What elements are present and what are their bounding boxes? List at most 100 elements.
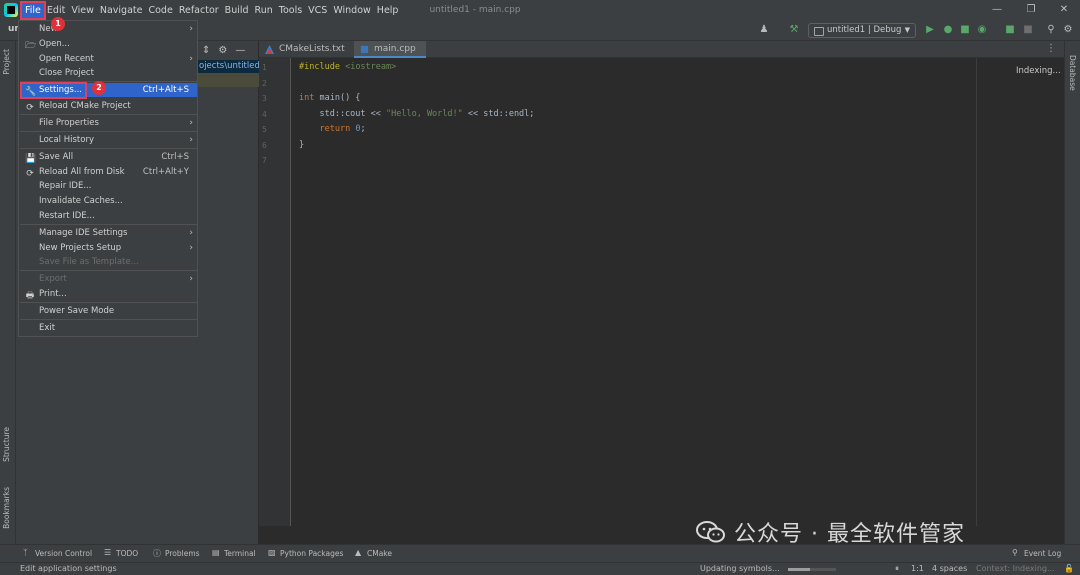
menu-view[interactable]: View <box>68 3 97 18</box>
tab-main-cpp[interactable]: main.cpp ✕ <box>354 41 426 71</box>
menu-item-exit[interactable]: Exit <box>20 321 197 335</box>
line-number: 6 <box>262 141 267 150</box>
menu-item-label: Local History <box>39 135 94 145</box>
database-tool-tab[interactable]: Database <box>1068 55 1077 91</box>
chevron-right-icon: › <box>189 24 193 34</box>
tool-window-label: Python Packages <box>280 549 344 558</box>
tab-cmakelists[interactable]: CMakeLists.txt <box>259 41 354 58</box>
settings-highlight-box <box>20 82 87 99</box>
menu-build[interactable]: Build <box>222 3 252 18</box>
menu-item-save-all[interactable]: 💾 Save All Ctrl+S <box>20 150 197 164</box>
menu-item-new[interactable]: New › <box>20 22 197 36</box>
indent-setting[interactable]: 4 spaces <box>932 564 967 573</box>
menu-edit[interactable]: Edit <box>44 3 68 18</box>
code-line: } <box>299 140 305 150</box>
project-root-path[interactable]: ojects\untitled1 <box>197 60 259 73</box>
menu-item-print[interactable]: 🖶 Print... <box>20 287 197 301</box>
collapse-all-icon[interactable]: ⇕ <box>202 45 210 56</box>
menu-navigate[interactable]: Navigate <box>97 3 146 18</box>
run-icon[interactable]: ▶ <box>924 24 936 36</box>
line-number: 7 <box>262 156 267 165</box>
version-control-tab[interactable]: ᛉ Version Control <box>23 548 93 558</box>
search-icon[interactable]: ⚲ <box>1045 24 1057 36</box>
menu-file[interactable]: File <box>20 0 46 20</box>
build-hammer-icon[interactable]: ⚒ <box>788 24 800 36</box>
menu-code[interactable]: Code <box>145 3 175 18</box>
watermark-text: 公众号 · 最全软件管家 <box>734 522 965 547</box>
menu-item-open-recent[interactable]: Open Recent › <box>20 52 197 66</box>
menu-item-new-projects-setup[interactable]: New Projects Setup › <box>20 241 197 255</box>
terminal-icon: ▤ <box>212 548 220 557</box>
background-task-label[interactable]: Updating symbols... <box>700 564 780 573</box>
restore-button[interactable]: ❐ <box>1024 3 1038 17</box>
cpp-file-icon <box>360 45 369 54</box>
menu-help[interactable]: Help <box>374 3 402 18</box>
menu-refactor[interactable]: Refactor <box>176 3 222 18</box>
menu-item-local-history[interactable]: Local History › <box>20 133 197 147</box>
menu-separator <box>20 224 197 225</box>
python-packages-tab[interactable]: ▨ Python Packages <box>268 548 344 558</box>
minimize-button[interactable]: — <box>990 3 1004 17</box>
code-line: std::cout << "Hello, World!" << std::end… <box>299 109 535 119</box>
menu-item-save-as-template: Save File as Template... <box>20 255 197 269</box>
run-configuration-select[interactable]: untitled1 | Debug ▼ <box>808 23 916 38</box>
menu-item-invalidate-caches[interactable]: Invalidate Caches... <box>20 194 197 208</box>
menu-item-restart-ide[interactable]: Restart IDE... <box>20 209 197 223</box>
menu-item-label: Invalidate Caches... <box>39 196 123 206</box>
branch-icon: ᛉ <box>23 548 28 557</box>
menu-item-reload-cmake[interactable]: ⟳ Reload CMake Project <box>20 99 197 113</box>
event-log-icon: ⚲ <box>1012 548 1018 557</box>
terminal-tab[interactable]: ▤ Terminal <box>212 548 256 558</box>
menu-item-open[interactable]: 🗁 Open... <box>20 37 197 51</box>
menu-item-label: Restart IDE... <box>39 211 95 221</box>
menu-item-label: Power Save Mode <box>39 306 115 316</box>
menu-item-label: Save File as Template... <box>39 257 139 267</box>
cancel-task-icon[interactable]: ⏸ <box>895 564 899 574</box>
problems-tab[interactable]: ⓘ Problems <box>153 549 200 558</box>
line-number: 4 <box>262 110 267 119</box>
attach-icon[interactable]: ■ <box>1004 24 1016 36</box>
menu-item-label: Open... <box>39 39 70 49</box>
user-icon[interactable]: ♟ <box>758 24 770 36</box>
menu-vcs[interactable]: VCS <box>305 3 330 18</box>
tool-window-label: Version Control <box>35 549 93 558</box>
project-tool-tab[interactable]: Project <box>2 49 11 75</box>
profile-icon[interactable]: ◉ <box>976 24 988 36</box>
menu-separator <box>20 114 197 115</box>
gear-icon[interactable]: ⚙ <box>218 45 227 56</box>
stop-icon[interactable]: ■ <box>1022 24 1034 36</box>
code-line: #include <iostream> <box>299 62 397 72</box>
menu-window[interactable]: Window <box>330 3 373 18</box>
code-editor[interactable]: #include <iostream> int main() { std::co… <box>291 58 1064 526</box>
more-options-icon[interactable]: ⋮ <box>1046 43 1056 54</box>
structure-tool-tab[interactable]: Structure <box>2 427 11 462</box>
menu-item-label: Reload All from Disk <box>39 167 125 177</box>
menu-item-file-properties[interactable]: File Properties › <box>20 116 197 130</box>
title-bar: File Edit View Navigate Code Refactor Bu… <box>0 0 1080 20</box>
menu-item-manage-ide-settings[interactable]: Manage IDE Settings › <box>20 226 197 240</box>
menu-separator <box>20 319 197 320</box>
indexing-status: Indexing... <box>1016 66 1061 76</box>
close-button[interactable]: ✕ <box>1057 3 1071 17</box>
lock-icon[interactable]: 🔓 <box>1064 564 1074 573</box>
todo-tab[interactable]: ☰ TODO <box>104 548 138 558</box>
cmake-tab[interactable]: ▲ CMake <box>355 548 392 558</box>
context-status[interactable]: Context: Indexing... <box>976 564 1055 573</box>
project-selected-row[interactable] <box>197 73 259 87</box>
minimize-panel-icon[interactable]: — <box>235 45 245 56</box>
caret-position[interactable]: 1:1 <box>911 564 924 573</box>
menu-item-export: Export › <box>20 272 197 286</box>
debug-icon[interactable]: ● <box>942 24 954 36</box>
menu-item-close-project[interactable]: Close Project <box>20 66 197 80</box>
event-log-tab[interactable]: ⚲ Event Log <box>1012 548 1061 558</box>
menu-item-repair-ide[interactable]: Repair IDE... <box>20 179 197 193</box>
status-hint: Edit application settings <box>20 564 117 573</box>
menu-item-reload-all[interactable]: ⟳ Reload All from Disk Ctrl+Alt+Y <box>20 165 197 179</box>
tab-label: CMakeLists.txt <box>279 44 345 54</box>
bookmarks-tool-tab[interactable]: Bookmarks <box>2 487 11 529</box>
settings-icon[interactable]: ⚙ <box>1062 24 1074 36</box>
menu-item-power-save[interactable]: Power Save Mode <box>20 304 197 318</box>
menu-run[interactable]: Run <box>252 3 276 18</box>
menu-tools[interactable]: Tools <box>276 3 305 18</box>
coverage-icon[interactable]: ■ <box>959 24 971 36</box>
